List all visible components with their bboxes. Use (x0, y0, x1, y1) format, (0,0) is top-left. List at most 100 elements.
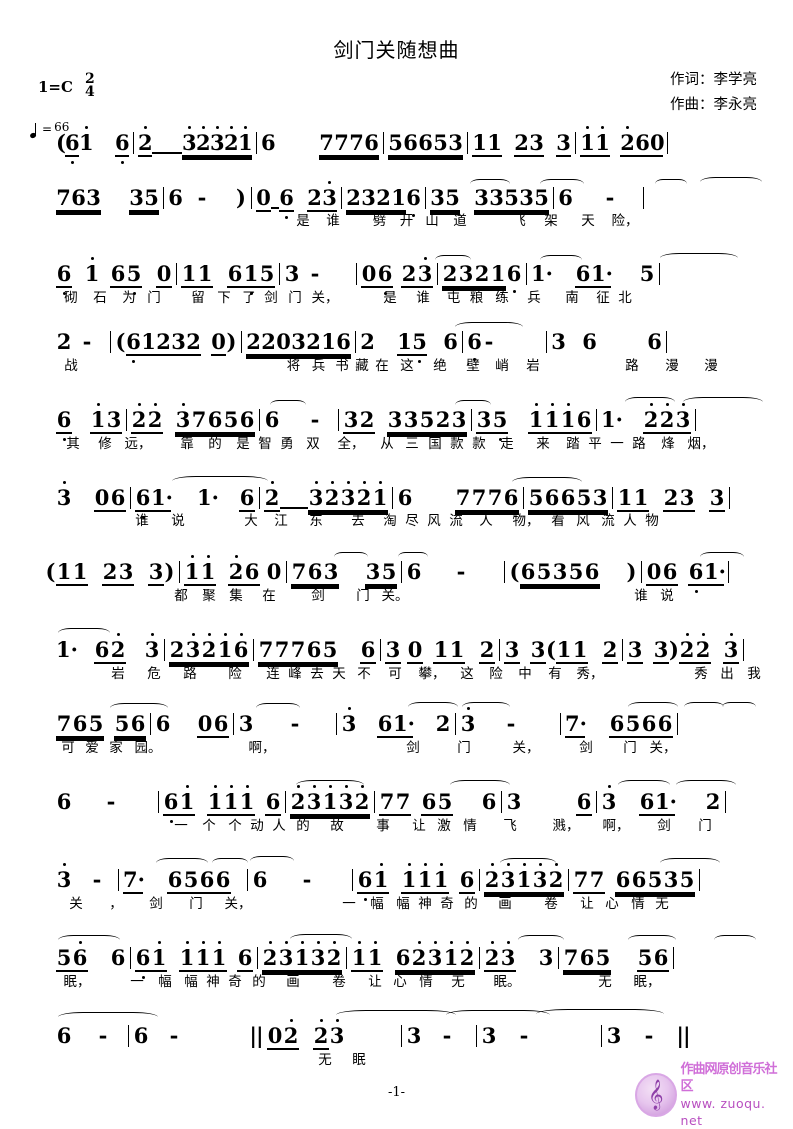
lyric-syllable: 人 (479, 513, 493, 529)
lyric-syllable: 画 (498, 896, 512, 912)
note: 6 (94, 637, 110, 664)
lyric-syllable: 一 (342, 896, 356, 912)
note: 6 (110, 945, 126, 970)
note: 3 (385, 637, 401, 664)
note: 7 (274, 637, 290, 664)
note-dash: - (456, 559, 466, 584)
note: 1 (490, 261, 506, 288)
note: 3 (627, 637, 643, 664)
note: 5 (637, 945, 653, 972)
repeat-open-paren: ( (509, 559, 520, 584)
note: 3 (291, 329, 306, 356)
lyric-syllable: 卷 (544, 896, 558, 912)
lyric-syllable: 心 (393, 974, 407, 990)
lyric-syllable: 靠 (180, 436, 194, 452)
note: 6 (336, 329, 351, 356)
barline (560, 713, 561, 735)
note: 3 (417, 257, 433, 288)
note: 5 (412, 329, 427, 363)
barline (341, 187, 342, 209)
note: 3 (56, 481, 72, 510)
note: 2 (346, 185, 361, 212)
lyric-syllable: 园。 (134, 740, 162, 756)
note: 3 (323, 559, 339, 586)
slur (536, 1009, 664, 1019)
repeat-close-paren: ) (164, 559, 175, 584)
lyric-syllable: 剑 (264, 290, 278, 306)
barline (128, 1025, 129, 1047)
barline (279, 263, 280, 285)
repeat-open-paren: ( (115, 329, 126, 354)
note: 1 (90, 403, 106, 434)
barline (699, 869, 700, 891)
lyric-syllable: 谁 (326, 213, 340, 229)
note: 3 (653, 637, 669, 664)
barline (666, 331, 667, 353)
slur (58, 935, 120, 945)
barline (725, 791, 726, 813)
note: 7 (56, 185, 71, 212)
lyric-syllable: 个 (228, 818, 242, 834)
barline (462, 331, 463, 353)
note: 2 (147, 403, 163, 434)
note: 3 (310, 941, 326, 972)
note: 7 (487, 485, 503, 512)
slur (290, 934, 352, 944)
note: 6 (252, 867, 268, 892)
note: 6 (279, 185, 294, 219)
note: 0 (361, 261, 377, 288)
note: 6 (662, 559, 678, 586)
note: 3 (340, 481, 356, 512)
note: 2 (110, 633, 126, 664)
note: 5 (445, 185, 460, 212)
barline (110, 331, 111, 353)
lyric-syllable: 让 (368, 974, 382, 990)
barline (356, 263, 357, 285)
note: 3 (403, 407, 419, 434)
note: 3 (552, 559, 568, 586)
note: 6 (264, 407, 280, 432)
lyric-syllable: 飞 (512, 213, 526, 229)
note: 1 (184, 555, 200, 586)
lyric-syllable: 故 (330, 818, 344, 834)
barline (673, 947, 674, 969)
note: 3 (489, 185, 504, 212)
lyric-syllable: 情 (463, 818, 477, 834)
barline (596, 791, 597, 813)
lyric-syllable: 说 (660, 588, 674, 604)
note: 6 (647, 329, 662, 354)
lyric-syllable: 人 (272, 818, 286, 834)
note: 5 (568, 559, 584, 586)
notes-line-13: 6-6- || 02 23 3-3-3- || (56, 1019, 691, 1050)
barline (471, 409, 472, 431)
note: 3 (530, 637, 546, 664)
note: 3 (481, 1023, 497, 1048)
lyric-syllable: 这 (460, 666, 474, 682)
note: 2 (246, 329, 261, 356)
lyric-syllable: 南 (565, 290, 579, 306)
lyric-syllable: 峰 (288, 666, 302, 682)
barline (659, 263, 660, 285)
time-signature-denominator: 4 (84, 84, 95, 100)
note: 3 (606, 1023, 622, 1048)
note: 5 (126, 261, 142, 295)
lyric-syllable: 修 (98, 436, 112, 452)
note: 5 (536, 559, 552, 586)
lyric-syllable: 幅 (370, 896, 384, 912)
note: 6 (130, 711, 146, 738)
lyric-syllable: 无 (318, 1052, 332, 1068)
note: 1 (321, 329, 336, 356)
lyrics-line-6: 谁说大江东去淘尽风流人物，看风流人物 (125, 513, 663, 529)
slur (714, 935, 756, 945)
repeat-open-paren: ( (45, 559, 56, 584)
key-signature: 1=C 2 4 (38, 72, 95, 100)
barline (133, 132, 134, 154)
note: 3 (106, 407, 122, 434)
note: 1· (56, 637, 78, 662)
lyric-syllable: 款 (450, 436, 464, 452)
note: 2 (643, 403, 659, 434)
score-line-10: 6-61 111 6 23132 77 65 6 3 6 3 61· 2 一个个动人的故事让激情飞溅，… (0, 780, 793, 850)
note: 3 (129, 185, 144, 212)
barline (286, 561, 287, 583)
repeat-open-paren: ( (546, 637, 556, 662)
